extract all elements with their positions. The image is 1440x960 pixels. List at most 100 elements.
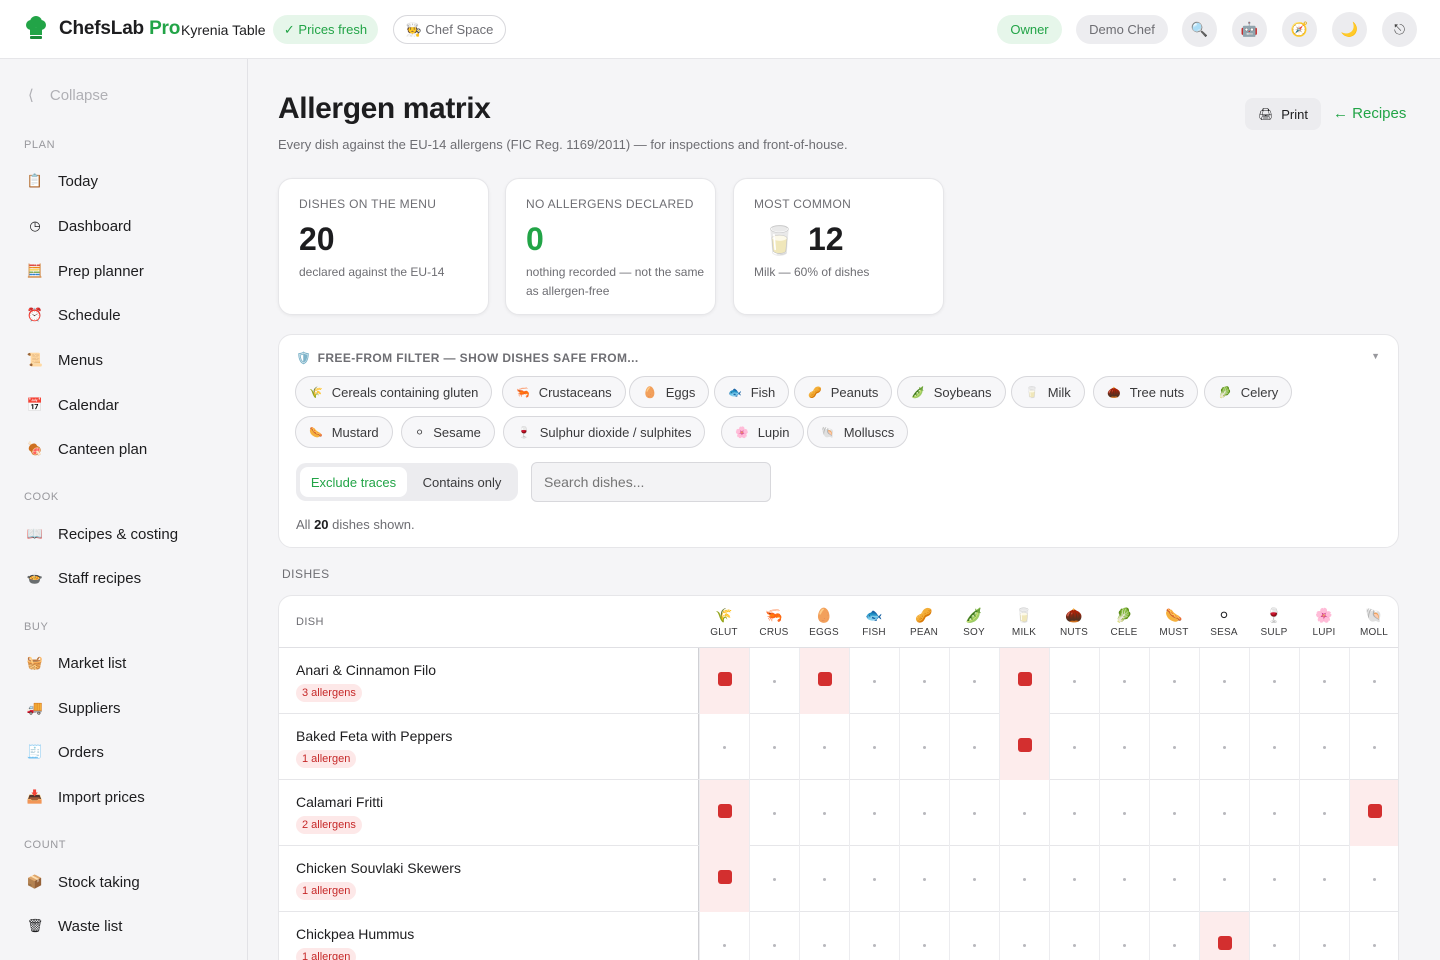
table-row[interactable]: Anari & Cinnamon Filo 3 allergens [279, 648, 1398, 714]
allergen-icon: 🌰 [1065, 607, 1083, 623]
sidebar-item-suppliers[interactable]: 🚚 Suppliers [26, 696, 121, 720]
chip-molluscs[interactable]: 🐚 Molluscs [807, 416, 909, 448]
chip-fish[interactable]: 🐟 Fish [714, 376, 790, 408]
allergen-column-header: 🌰 NUTS [1049, 596, 1099, 648]
allergen-absent-cell [949, 912, 999, 960]
allergen-present-cell [699, 648, 749, 714]
chip-tree-nuts[interactable]: 🌰 Tree nuts [1093, 376, 1199, 408]
empty-marker [1273, 878, 1276, 881]
chip-peanuts[interactable]: 🥜 Peanuts [794, 376, 893, 408]
allergen-absent-cell [1099, 648, 1149, 714]
empty-marker [1273, 944, 1276, 947]
compass-icon[interactable]: 🧭 [1282, 12, 1317, 47]
allergen-column-label: LUPI [1312, 627, 1336, 638]
allergen-column-header: 🥬 CELE [1099, 596, 1149, 648]
moon-icon[interactable]: 🌙 [1332, 12, 1367, 47]
sidebar-item-market-list[interactable]: 🧺 Market list [26, 651, 126, 675]
sidebar-item-today[interactable]: 📋 Today [26, 169, 98, 193]
allergen-absent-cell [949, 780, 999, 846]
chip-gluten[interactable]: 🌾 Cereals containing gluten [295, 376, 493, 408]
chip-sesame[interactable]: ⚪ Sesame [401, 416, 495, 448]
allergen-absent-cell [799, 912, 849, 960]
chip-mustard[interactable]: 🌭 Mustard [295, 416, 393, 448]
chip-milk[interactable]: 🥛 Milk [1011, 376, 1085, 408]
allergen-absent-cell [899, 912, 949, 960]
chip-sulphites[interactable]: 🍷 Sulphur dioxide / sulphites [503, 416, 706, 448]
sidebar: ⟨ Collapse PLAN 📋 Today ◷ Dashboard 🧮 Prep p… [0, 59, 248, 960]
allergen-absent-cell [1249, 648, 1299, 714]
sidebar-item-orders[interactable]: 🧾 Orders [26, 740, 104, 764]
chevron-down-icon[interactable]: ▼ [1371, 351, 1380, 361]
table-row[interactable]: Calamari Fritti 2 allergens [279, 780, 1398, 846]
sidebar-item-calendar[interactable]: 📅 Calendar [26, 393, 119, 417]
allergen-absent-cell [999, 846, 1049, 912]
sidebar-item-menus[interactable]: 📜 Menus [26, 348, 103, 372]
fish-icon: 🐟 [728, 386, 742, 399]
contains-only-option[interactable]: Contains only [410, 467, 514, 497]
main-content: Allergen matrix Every dish against the E… [248, 59, 1440, 960]
empty-marker [973, 812, 976, 815]
allergen-icon: 🥜 [915, 607, 933, 623]
chip-soybeans[interactable]: 🫛 Soybeans [897, 376, 1006, 408]
allergen-absent-cell [699, 912, 749, 960]
allergen-absent-cell [749, 846, 799, 912]
empty-marker [773, 944, 776, 947]
print-button[interactable]: 🖨 Print [1245, 98, 1321, 130]
exclude-traces-option[interactable]: Exclude traces [300, 467, 407, 497]
empty-marker [1173, 944, 1176, 947]
sidebar-item-schedule[interactable]: ⏰ Schedule [26, 303, 121, 327]
sidebar-item-recipes-costing[interactable]: 📖 Recipes & costing [26, 522, 178, 546]
dish-name[interactable]: Baked Feta with Peppers [296, 728, 452, 744]
allergen-column-label: MOLL [1359, 627, 1389, 638]
dish-name[interactable]: Anari & Cinnamon Filo [296, 662, 436, 678]
venue-name[interactable]: Kyrenia Table [181, 22, 266, 38]
empty-marker [1373, 944, 1376, 947]
allergen-absent-cell [849, 714, 899, 780]
empty-marker [823, 812, 826, 815]
chip-crustaceans[interactable]: 🦐 Crustaceans [502, 376, 626, 408]
table-row[interactable]: Chickpea Hummus 1 allergen [279, 912, 1398, 960]
dish-name[interactable]: Chickpea Hummus [296, 926, 414, 942]
logout-icon[interactable]: ⎋ [1382, 12, 1417, 47]
allergen-absent-cell [1299, 714, 1349, 780]
stat-value: 0 [526, 221, 544, 257]
sidebar-item-canteen-plan[interactable]: 🍖 Canteen plan [26, 437, 147, 461]
brand-name[interactable]: ChefsLab Pro [59, 18, 180, 40]
search-icon[interactable]: 🔍 [1182, 12, 1217, 47]
collapse-button[interactable]: ⟨ Collapse [28, 86, 124, 104]
chip-celery[interactable]: 🥬 Celery [1204, 376, 1293, 408]
allergen-absent-cell [899, 846, 949, 912]
sidebar-item-import-prices[interactable]: 📥 Import prices [26, 785, 145, 809]
empty-marker [1073, 680, 1076, 683]
allergen-absent-cell [849, 648, 899, 714]
allergen-marker [718, 804, 732, 818]
table-row[interactable]: Chicken Souvlaki Skewers 1 allergen [279, 846, 1398, 912]
robot-icon[interactable]: 🤖 [1232, 12, 1267, 47]
dish-name[interactable]: Chicken Souvlaki Skewers [296, 860, 461, 876]
user-menu-button[interactable]: Demo Chef [1076, 15, 1168, 44]
empty-marker [1373, 746, 1376, 749]
sidebar-item-waste-list[interactable]: 🗑 Waste list [26, 914, 123, 938]
allergen-icon: 🍷 [1265, 607, 1283, 623]
chef-space-button[interactable]: 🧑‍🍳 Chef Space [393, 15, 506, 44]
chef-hat-icon[interactable] [24, 16, 48, 40]
truck-icon: 🚚 [26, 700, 44, 715]
dish-name[interactable]: Calamari Fritti [296, 794, 383, 810]
search-dishes-input[interactable] [531, 462, 771, 502]
allergen-absent-cell [1049, 912, 1099, 960]
allergen-icon: 🐚 [1365, 607, 1383, 623]
sidebar-item-dashboard[interactable]: ◷ Dashboard [26, 214, 131, 238]
allergen-icon: 🐟 [865, 607, 883, 623]
stat-sub: declared against the EU-14 [299, 265, 445, 279]
sidebar-item-prep-planner[interactable]: 🧮 Prep planner [26, 259, 144, 283]
chip-lupin[interactable]: 🌸 Lupin [721, 416, 804, 448]
sidebar-item-stock-taking[interactable]: 📦 Stock taking [26, 870, 140, 894]
recipes-link[interactable]: ← Recipes [1333, 105, 1406, 122]
chip-eggs[interactable]: 🥚 Eggs [629, 376, 710, 408]
sidebar-item-staff-recipes[interactable]: 🍲 Staff recipes [26, 566, 141, 590]
allergen-column-label: MILK [1011, 627, 1037, 638]
allergen-column-header: 🌾 GLUT [699, 596, 749, 648]
printer-icon: 🖨 [1258, 107, 1274, 121]
section-label-plan: PLAN [24, 139, 56, 151]
table-row[interactable]: Baked Feta with Peppers 1 allergen [279, 714, 1398, 780]
